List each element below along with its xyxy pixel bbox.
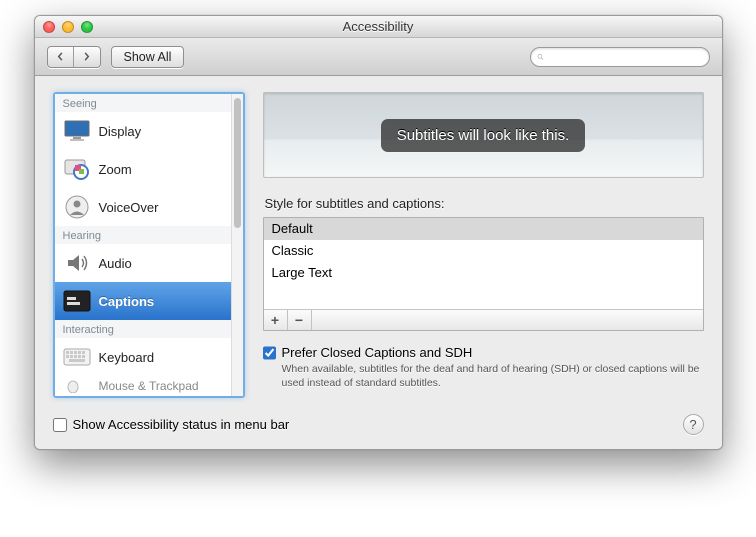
sidebar-item-label: Captions <box>99 294 155 309</box>
subtitle-preview: Subtitles will look like this. <box>263 92 704 178</box>
sidebar-item-keyboard[interactable]: Keyboard <box>55 338 231 376</box>
status-menubar-checkbox[interactable] <box>53 418 67 432</box>
prefer-cc-description: When available, subtitles for the deaf a… <box>282 362 704 390</box>
search-input[interactable] <box>548 50 703 64</box>
footer: Show Accessibility status in menu bar ? <box>35 408 722 449</box>
toolbar: Show All <box>35 38 722 76</box>
sidebar-group-hearing: Hearing <box>55 226 231 244</box>
sidebar-item-mouse-trackpad[interactable]: Mouse & Trackpad <box>55 376 231 396</box>
show-all-button[interactable]: Show All <box>111 46 185 68</box>
sidebar-item-captions[interactable]: Captions <box>55 282 231 320</box>
search-icon <box>537 51 544 63</box>
sidebar-group-interacting: Interacting <box>55 320 231 338</box>
zoom-icon <box>63 155 91 183</box>
accessibility-window: Accessibility Show All Seeing <box>34 15 723 450</box>
status-menubar-label: Show Accessibility status in menu bar <box>73 417 290 432</box>
sidebar-item-label: Zoom <box>99 162 132 177</box>
prefer-cc-checkbox[interactable] <box>263 346 276 360</box>
sidebar-item-display[interactable]: Display <box>55 112 231 150</box>
main-panel: Subtitles will look like this. Style for… <box>263 92 704 398</box>
subtitle-preview-text: Subtitles will look like this. <box>381 119 586 152</box>
sidebar-item-label: Audio <box>99 256 132 271</box>
style-box: Default Classic Large Text + − <box>263 217 704 331</box>
style-section-label: Style for subtitles and captions: <box>265 196 702 211</box>
captions-icon <box>63 287 91 315</box>
style-list[interactable]: Default Classic Large Text <box>264 218 703 310</box>
sidebar-scrollbar[interactable] <box>231 94 243 396</box>
back-button[interactable] <box>48 47 74 67</box>
help-button[interactable]: ? <box>683 414 704 435</box>
sidebar-item-label: VoiceOver <box>99 200 159 215</box>
sidebar-item-label: Mouse & Trackpad <box>99 379 199 393</box>
style-buttons: + − <box>264 310 703 330</box>
prefer-cc-label: Prefer Closed Captions and SDH <box>282 345 704 360</box>
chevron-right-icon <box>82 52 91 61</box>
style-option-default[interactable]: Default <box>264 218 703 240</box>
nav-segment <box>47 46 101 68</box>
keyboard-icon <box>63 343 91 371</box>
sidebar-item-label: Keyboard <box>99 350 155 365</box>
minimize-icon[interactable] <box>62 21 74 33</box>
audio-icon <box>63 249 91 277</box>
voiceover-icon <box>63 193 91 221</box>
style-option-large-text[interactable]: Large Text <box>264 262 703 284</box>
remove-style-button[interactable]: − <box>288 310 312 330</box>
sidebar-item-zoom[interactable]: Zoom <box>55 150 231 188</box>
prefer-cc-row: Prefer Closed Captions and SDH When avai… <box>263 345 704 390</box>
style-option-classic[interactable]: Classic <box>264 240 703 262</box>
search-field[interactable] <box>530 47 710 67</box>
scrollbar-thumb[interactable] <box>234 98 241 228</box>
forward-button[interactable] <box>74 47 100 67</box>
titlebar: Accessibility <box>35 16 722 38</box>
close-icon[interactable] <box>43 21 55 33</box>
window-controls <box>43 21 93 33</box>
sidebar-item-label: Display <box>99 124 142 139</box>
chevron-left-icon <box>56 52 65 61</box>
sidebar-item-voiceover[interactable]: VoiceOver <box>55 188 231 226</box>
sidebar-item-audio[interactable]: Audio <box>55 244 231 282</box>
add-style-button[interactable]: + <box>264 310 288 330</box>
sidebar-group-seeing: Seeing <box>55 94 231 112</box>
display-icon <box>63 117 91 145</box>
sidebar: Seeing Display Zoom <box>53 92 245 398</box>
mouse-icon <box>63 378 91 394</box>
window-title: Accessibility <box>35 19 722 34</box>
zoom-window-icon[interactable] <box>81 21 93 33</box>
